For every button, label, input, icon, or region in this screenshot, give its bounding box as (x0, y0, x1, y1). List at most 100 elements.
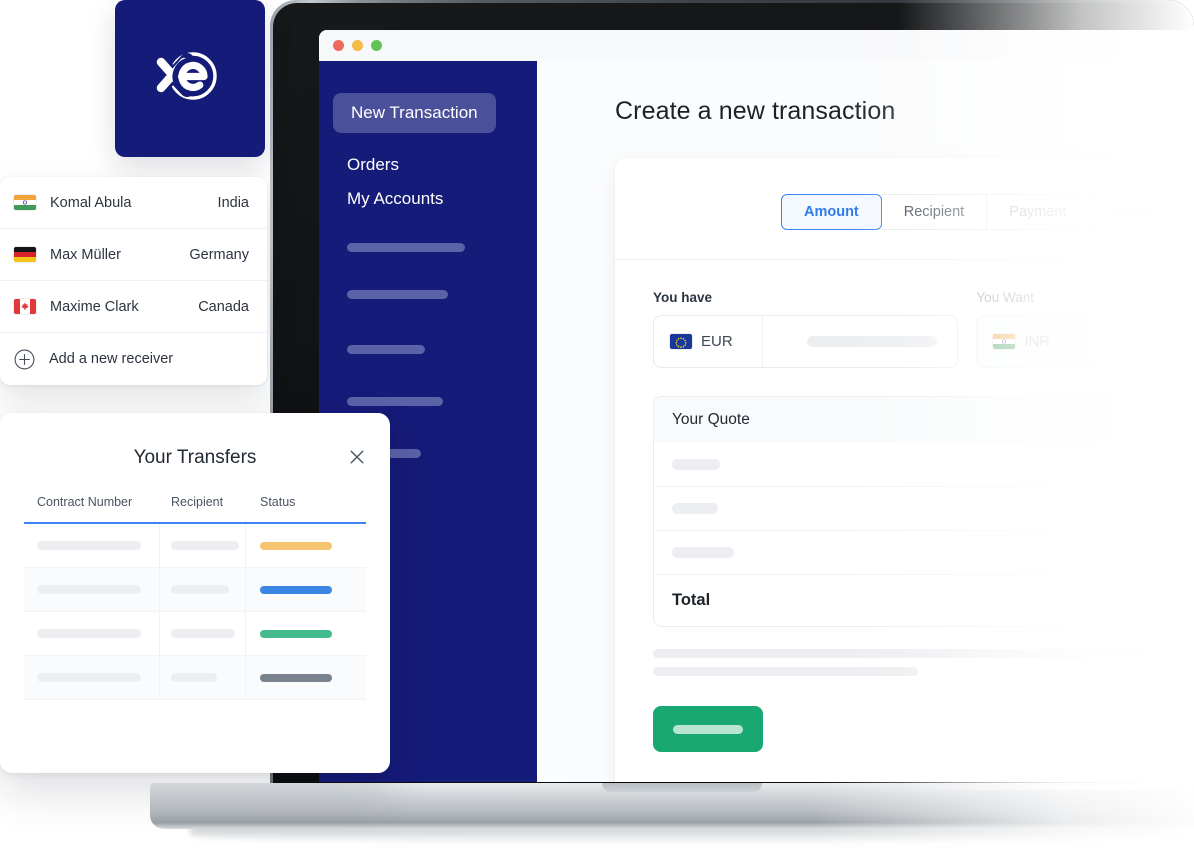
cell-status (246, 612, 356, 655)
footer-skeletons (653, 649, 1194, 676)
laptop-base (150, 783, 1194, 829)
page-title: Create a new transaction (615, 97, 896, 125)
sidebar-skeleton (347, 345, 425, 354)
status-badge (260, 585, 332, 594)
you-want-label: You Want (976, 290, 1034, 305)
laptop-mockup: New Transaction Orders My Accounts Creat… (150, 0, 1194, 850)
cell-status (246, 568, 356, 611)
sidebar-skeleton (347, 290, 448, 299)
table-row[interactable] (24, 524, 366, 568)
recipients-card: Komal Abula India Max Müller Germany Max… (0, 177, 267, 385)
cell-contract-number (24, 568, 160, 611)
footer-skeleton (653, 667, 918, 676)
quote-heading: Your Quote (654, 397, 1194, 443)
recipient-country: India (217, 194, 249, 211)
you-want-group: You Want INR (976, 290, 1194, 368)
add-new-receiver-row[interactable]: Add a new receiver (0, 333, 267, 385)
cell-recipient (160, 612, 246, 655)
cell-contract-number (24, 524, 160, 567)
wizard-tabs: Amount Recipient Payment Confirm (615, 158, 1194, 230)
tab-label: Confirm (1111, 204, 1163, 220)
column-header-contract-number: Contract Number (37, 495, 133, 509)
cell-recipient (160, 656, 246, 699)
transfers-table: Contract Number Recipient Status (24, 495, 366, 700)
laptop-base-notch (602, 783, 762, 792)
recipient-name: Maxime Clark (50, 298, 139, 315)
list-item[interactable]: Max Müller Germany (0, 229, 267, 281)
maximize-dot[interactable] (371, 40, 382, 51)
eu-flag-icon (670, 334, 692, 349)
table-row[interactable] (24, 568, 366, 612)
tab-label: Payment (1009, 204, 1067, 220)
recipient-country: Canada (198, 298, 249, 315)
continue-button[interactable] (653, 706, 763, 752)
quote-row (654, 486, 1194, 530)
screenshot-root: New Transaction Orders My Accounts Creat… (0, 0, 1194, 862)
tab-payment[interactable]: Payment (987, 194, 1090, 230)
main-content: Create a new transaction Amount Recipien… (537, 61, 1194, 782)
sidebar-item-my-accounts[interactable]: My Accounts (347, 189, 537, 209)
quote-card: Your Quote Total (653, 396, 1194, 627)
column-header-recipient: Recipient (171, 495, 224, 509)
cell-contract-number (24, 612, 160, 655)
tab-recipient[interactable]: Recipient (881, 194, 988, 230)
laptop-screen: New Transaction Orders My Accounts Creat… (319, 30, 1194, 782)
add-new-receiver-label: Add a new receiver (49, 351, 174, 367)
sidebar-skeleton (347, 243, 465, 252)
quote-skeleton (672, 503, 718, 514)
cell-recipient (160, 568, 246, 611)
sidebar-item-new-transaction[interactable]: New Transaction (333, 93, 496, 133)
recipient-name: Max Müller (50, 246, 121, 263)
status-badge (260, 673, 332, 682)
column-header-status: Status (260, 495, 296, 509)
browser-titlebar (319, 30, 1194, 61)
status-badge (260, 629, 332, 638)
table-row[interactable] (24, 656, 366, 700)
cell-recipient (160, 524, 246, 567)
minimize-dot[interactable] (352, 40, 363, 51)
table-header-row: Contract Number Recipient Status (24, 495, 366, 524)
sidebar-skeleton (347, 397, 443, 406)
tab-confirm[interactable]: Confirm (1089, 194, 1186, 230)
cta-label-skeleton (673, 724, 743, 734)
india-flag-icon (993, 334, 1016, 349)
tab-label: Amount (804, 204, 859, 220)
tab-amount[interactable]: Amount (781, 194, 882, 230)
list-item[interactable]: Komal Abula India (0, 177, 267, 229)
tab-label: Recipient (903, 204, 965, 220)
close-dot[interactable] (333, 40, 344, 51)
footer-skeleton (653, 649, 1173, 658)
xe-logo-icon (152, 46, 227, 111)
you-have-field[interactable]: EUR (653, 315, 959, 368)
transfers-header: Your Transfers (0, 413, 390, 469)
quote-skeleton (672, 459, 720, 470)
cell-status (246, 656, 356, 699)
quote-row (654, 530, 1194, 574)
germany-flag-icon (14, 247, 36, 262)
you-have-currency-select[interactable]: EUR (654, 333, 762, 350)
you-want-field[interactable]: INR (976, 315, 1194, 368)
you-want-amount-input[interactable] (1085, 316, 1194, 367)
you-want-currency-select[interactable]: INR (977, 333, 1085, 350)
cell-contract-number (24, 656, 160, 699)
you-have-label: You have (653, 290, 713, 305)
quote-skeleton (672, 547, 734, 558)
transfers-panel: Your Transfers Contract Number Recipient… (0, 413, 390, 773)
canada-flag-icon (14, 299, 36, 314)
table-row[interactable] (24, 612, 366, 656)
amount-skeleton (807, 336, 938, 347)
amount-section: You have EUR You Want INR Your Quote Tot… (615, 260, 1194, 752)
cell-status (246, 524, 356, 567)
you-have-amount-input[interactable] (762, 316, 957, 367)
list-item[interactable]: Maxime Clark Canada (0, 281, 267, 333)
transaction-card: Amount Recipient Payment Confirm You hav… (615, 158, 1194, 782)
currency-row: You have EUR You Want INR (653, 290, 1194, 368)
close-icon[interactable] (348, 448, 366, 466)
xe-logo-card (115, 0, 265, 157)
sidebar-item-label: My Accounts (347, 189, 444, 208)
you-want-currency-code: INR (1024, 333, 1051, 350)
you-have-currency-code: EUR (701, 333, 733, 350)
sidebar-item-orders[interactable]: Orders (347, 155, 537, 175)
sidebar-item-label: New Transaction (351, 103, 478, 122)
recipient-country: Germany (189, 246, 249, 263)
